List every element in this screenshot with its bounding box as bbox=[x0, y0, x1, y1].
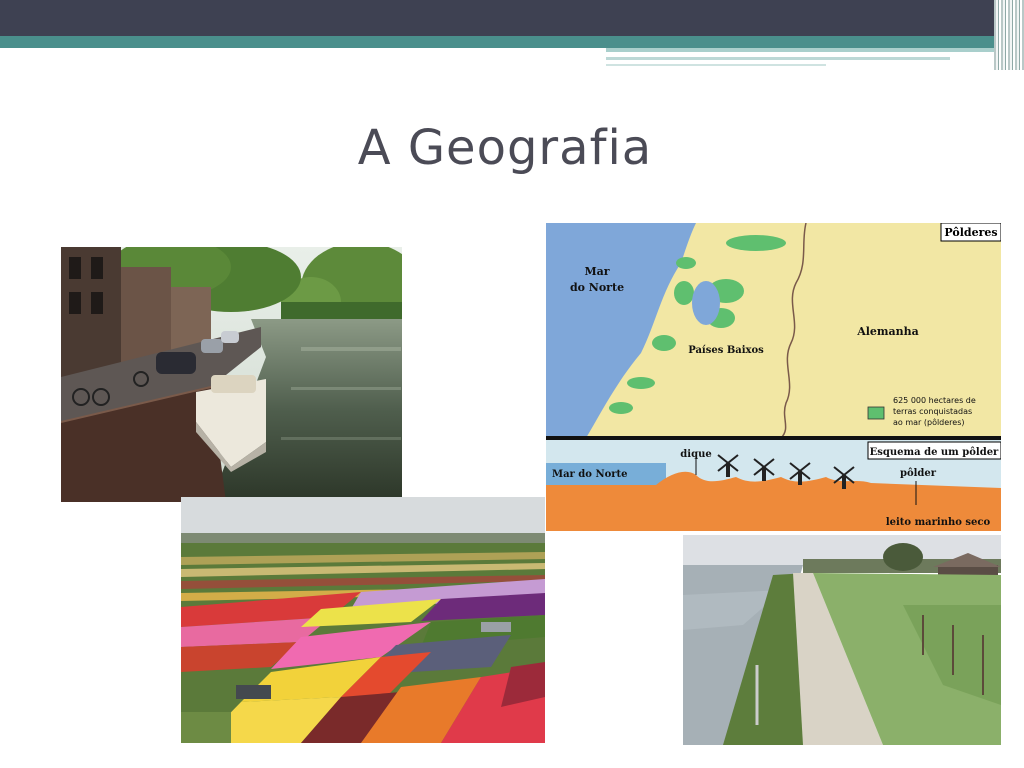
dike-photo bbox=[683, 535, 1001, 745]
country-label: Países Baixos bbox=[688, 345, 764, 356]
legend-swatch bbox=[867, 406, 885, 420]
dike-label: dique bbox=[680, 449, 711, 460]
neighbor-label: Alemanha bbox=[856, 325, 919, 338]
polder-map: Pôlderes Mar do Norte Países Baixos Alem… bbox=[546, 223, 1001, 531]
sea-section-label: Mar do Norte bbox=[552, 469, 628, 480]
header-corner-stripes bbox=[994, 0, 1024, 70]
legend-line2: terras conquistadas bbox=[893, 407, 972, 416]
sea-label-line1: Mar bbox=[584, 265, 609, 278]
header-accent-line bbox=[606, 48, 1000, 52]
header-bar bbox=[0, 0, 1024, 36]
header-accent-line bbox=[606, 64, 826, 66]
legend-line3: ao mar (pôlderes) bbox=[893, 417, 965, 427]
section-label: Esquema de um pôlder bbox=[870, 447, 999, 458]
canal-photo bbox=[61, 247, 402, 502]
seabed-label: leito marinho seco bbox=[886, 517, 991, 528]
sea-label-line2: do Norte bbox=[570, 281, 624, 294]
polder-label: pôlder bbox=[900, 468, 937, 479]
map-corner-label: Pôlderes bbox=[944, 226, 997, 239]
header-accent-band bbox=[0, 36, 1000, 48]
slide-title: A Geografia bbox=[357, 120, 653, 176]
legend-line1: 625 000 hectares de bbox=[893, 396, 976, 405]
tulip-fields-photo bbox=[181, 497, 545, 743]
header-accent-line bbox=[606, 57, 950, 60]
